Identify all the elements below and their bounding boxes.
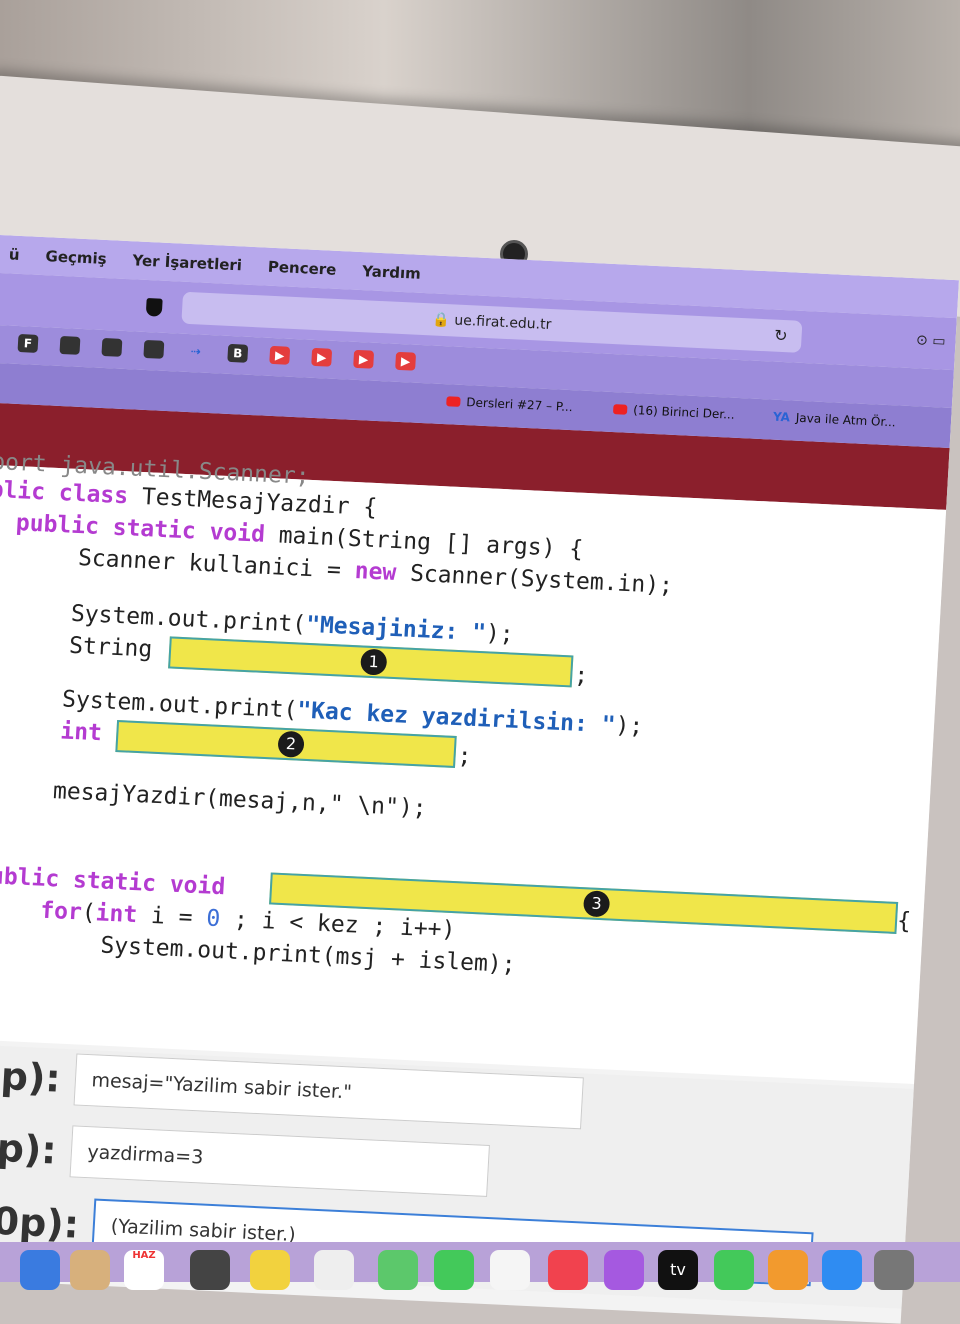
code-line-call: mesajYazdir(mesaj,n," \n"); [52, 778, 428, 822]
url-text: ue.firat.edu.tr [453, 312, 552, 334]
bookmark-youtube-icon[interactable]: ▶ [353, 349, 375, 369]
bookmark-cube-icon[interactable] [101, 337, 123, 357]
code-semicolon: ; [573, 662, 589, 690]
code-line-close: } [0, 805, 3, 832]
menu-item-history[interactable]: Geçmiş [45, 247, 107, 268]
site-logo-icon: YA [772, 409, 791, 425]
photos-icon[interactable] [490, 1250, 530, 1290]
youtube-icon [446, 396, 461, 407]
laptop-screen: ü Geçmiş Yer İşaretleri Pencere Yardım 🔒… [0, 235, 959, 1324]
tab-title: Dersleri #27 – P... [466, 395, 574, 415]
points-label: (3p): [0, 1051, 62, 1101]
tv-label: tv [670, 1260, 686, 1279]
music-icon[interactable] [548, 1250, 588, 1290]
menu-item-bookmarks[interactable]: Yer İşaretleri [132, 251, 242, 274]
code-panel: port java.util.Scanner; blic class TestM… [0, 449, 947, 1084]
shield-icon[interactable] [145, 297, 163, 317]
bookmark-youtube-icon[interactable]: ▶ [269, 345, 291, 365]
notes-icon[interactable] [250, 1250, 290, 1290]
app-icon[interactable] [190, 1250, 230, 1290]
bookmark-b[interactable]: B [227, 343, 249, 363]
finder-icon[interactable] [20, 1250, 60, 1290]
messages-icon[interactable] [434, 1250, 474, 1290]
bookmark-f[interactable]: F [17, 333, 39, 353]
youtube-icon [612, 404, 628, 415]
code-line-method: public static void [0, 862, 226, 901]
bookmark-youtube-icon[interactable]: ▶ [311, 347, 333, 367]
answer-field-1[interactable]: mesaj="Yazilim sabir ister." [73, 1053, 584, 1130]
bookmark-person-icon[interactable] [59, 335, 81, 355]
facetime-icon[interactable] [714, 1250, 754, 1290]
code-line-string-decl: String [68, 632, 153, 663]
dock: HAZ tv [0, 1242, 960, 1290]
tab-birinci[interactable]: (16) Birinci Der... [612, 402, 736, 422]
podcasts-icon[interactable] [604, 1250, 644, 1290]
system-preferences-icon[interactable] [874, 1250, 914, 1290]
blank-number: 2 [277, 730, 305, 758]
points-label: (10p): [0, 1196, 81, 1247]
contacts-icon[interactable] [70, 1250, 110, 1290]
maps-icon[interactable] [378, 1250, 418, 1290]
bookmark-youtube-icon[interactable]: ▶ [395, 351, 417, 371]
lock-icon: 🔒 [432, 311, 455, 329]
play-icon[interactable]: ⊙ [916, 332, 929, 349]
answer-field-2[interactable]: yazdirma=3 [69, 1125, 490, 1197]
tab-dersleri[interactable]: Dersleri #27 – P... [446, 394, 573, 414]
menu-item-window[interactable]: Pencere [267, 258, 336, 279]
battery-icon: ▭ [931, 333, 946, 350]
tab-title: Java ile Atm Ör... [795, 410, 897, 430]
app-store-icon[interactable] [822, 1250, 862, 1290]
tab-java[interactable]: YA Java ile Atm Ör... [773, 410, 896, 430]
tab-title: (16) Birinci Der... [632, 403, 736, 422]
blank-number: 3 [582, 890, 611, 918]
reload-icon[interactable]: ↻ [773, 320, 788, 353]
menu-item-view[interactable]: ü [8, 245, 20, 263]
bookmark-arrow-icon[interactable]: ⇢ [185, 342, 206, 361]
points-label: (2p): [0, 1123, 58, 1173]
answer-row-2: (2p): yazdirma=3 [0, 1120, 490, 1197]
toolbar-right-buttons: ⊙ ▭ [916, 332, 946, 349]
code-line-scanner: Scanner kullanici = new Scanner(System.i… [77, 545, 674, 600]
reminders-icon[interactable] [314, 1250, 354, 1290]
tv-icon[interactable]: tv [658, 1250, 698, 1290]
calendar-icon[interactable]: HAZ [124, 1250, 164, 1290]
blank-number: 1 [360, 648, 388, 676]
menu-item-help[interactable]: Yardım [362, 262, 421, 283]
bookmark-image-icon[interactable] [143, 339, 165, 359]
code-line-int-decl: int [59, 718, 103, 747]
code-open-brace: { [896, 908, 912, 935]
books-icon[interactable] [768, 1250, 808, 1290]
code-semicolon: ; [456, 743, 473, 770]
